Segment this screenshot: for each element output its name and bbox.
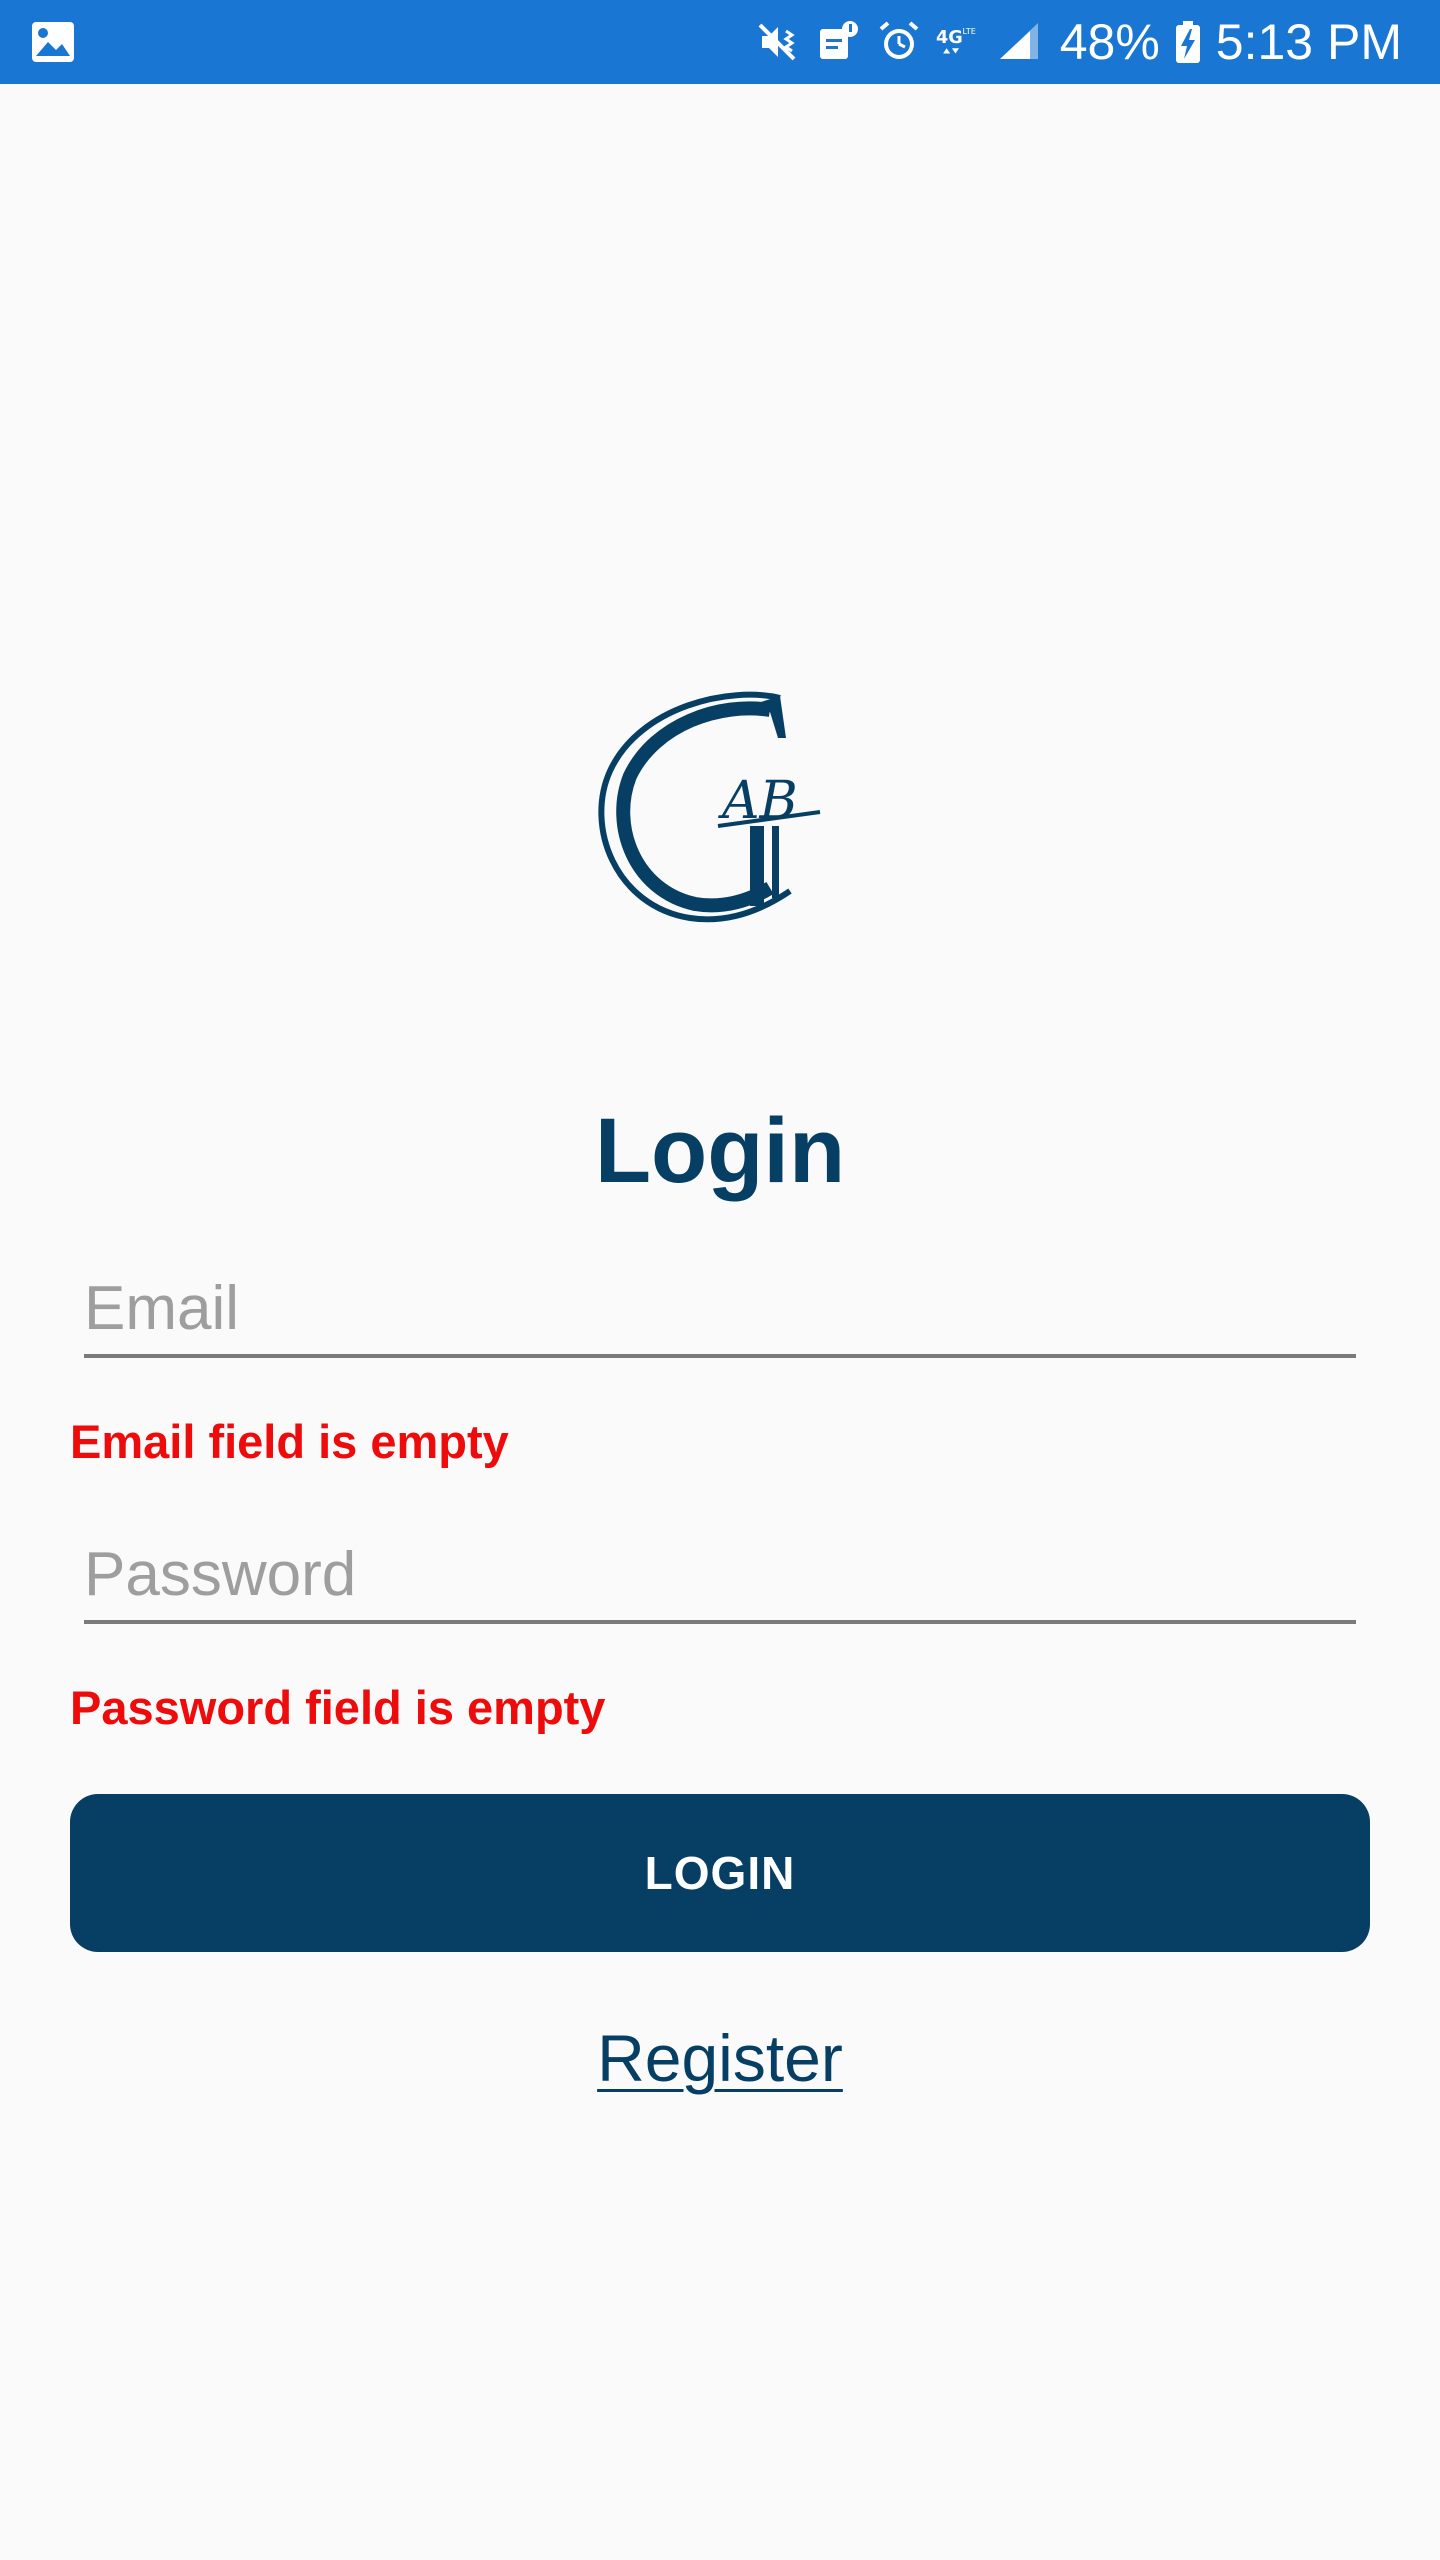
register-link[interactable]: Register: [597, 2021, 843, 2095]
signal-icon: [996, 19, 1042, 65]
notification-icon: [816, 19, 862, 65]
svg-text:AB: AB: [718, 771, 798, 831]
register-link-container: Register: [0, 2018, 1440, 2098]
email-field-container: [84, 1262, 1356, 1358]
mute-vibrate-icon: [756, 19, 802, 65]
password-field-container: [84, 1528, 1356, 1624]
battery-percent: 48%: [1059, 14, 1160, 70]
status-bar: 4G LTE 48% 5:13 PM: [0, 0, 1440, 84]
battery-charging-icon: [1174, 19, 1202, 65]
image-icon: [30, 20, 76, 64]
clock: 5:13 PM: [1215, 14, 1402, 70]
svg-text:4G: 4G: [936, 28, 963, 48]
login-screen: 4G LTE 48% 5:13 PM AB Login Email Email …: [0, 0, 1440, 2560]
status-icons: 4G LTE 48% 5:13 PM: [756, 0, 1402, 84]
page-title: Login: [594, 1100, 846, 1202]
gab-logo: AB: [580, 676, 840, 936]
password-error-message: Password field is empty: [70, 1681, 606, 1734]
email-field[interactable]: [84, 1262, 1356, 1354]
email-error-message: Email field is empty: [70, 1415, 509, 1468]
alarm-icon: [876, 19, 922, 65]
4g-lte-icon: 4G LTE: [936, 19, 982, 65]
login-button[interactable]: LOGIN: [70, 1794, 1370, 1952]
password-field[interactable]: [84, 1528, 1356, 1620]
svg-text:LTE: LTE: [962, 27, 975, 36]
